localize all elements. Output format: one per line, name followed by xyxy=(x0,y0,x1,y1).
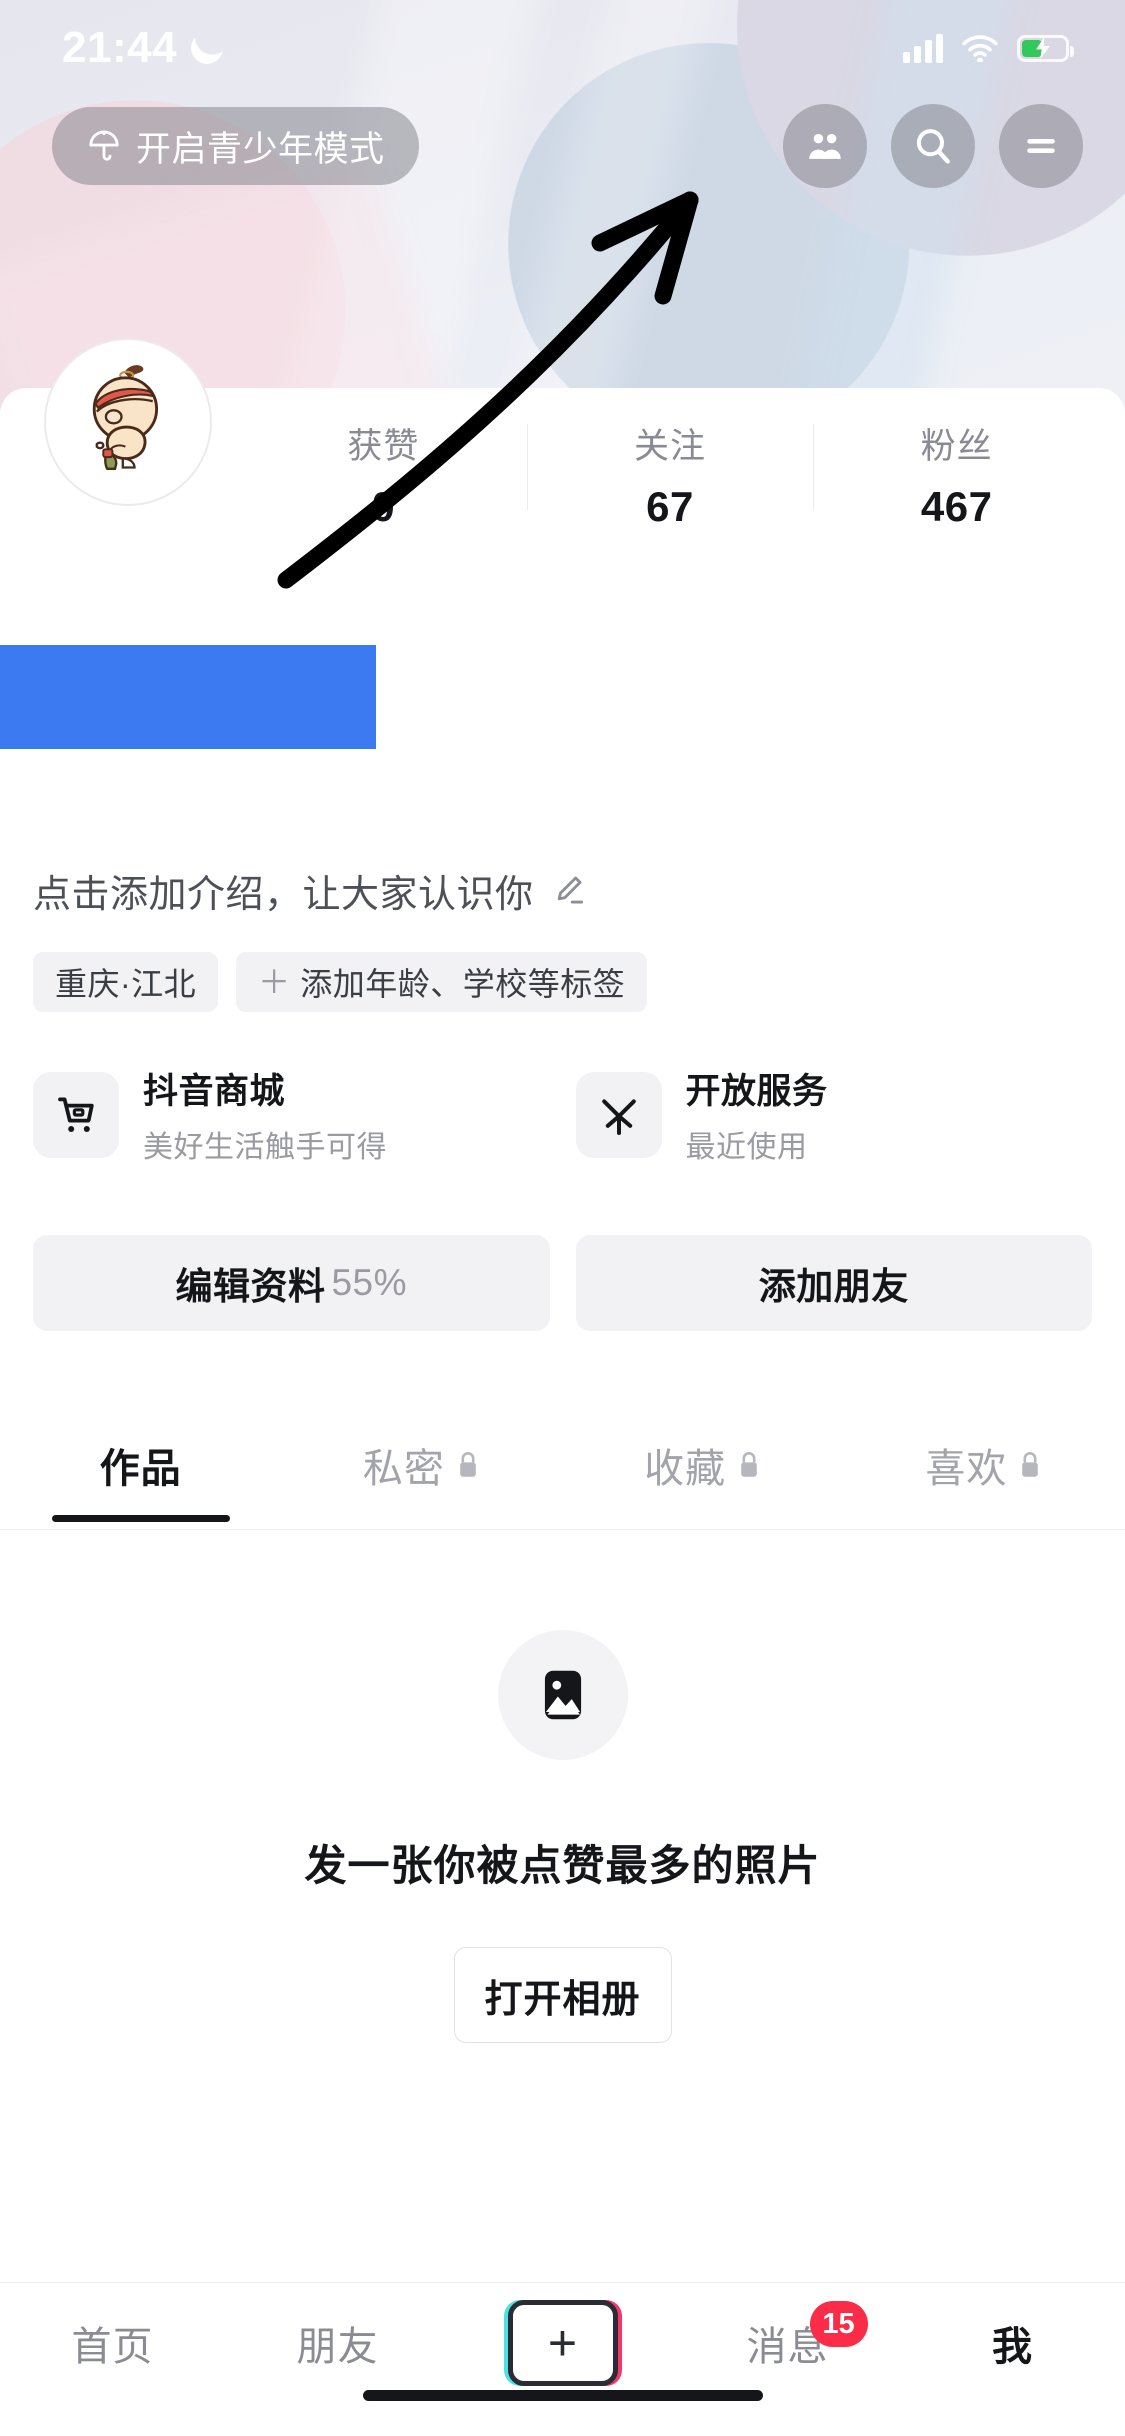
card-douyin-mall[interactable]: 抖音商城 美好生活触手可得 xyxy=(33,1063,550,1166)
stat-value: 467 xyxy=(920,483,993,530)
status-bar: 21:44 xyxy=(0,0,1125,96)
stat-fans[interactable]: 粉丝 467 xyxy=(813,418,1100,531)
redaction-block xyxy=(0,645,376,749)
nav-item-messages[interactable]: 消息 15 xyxy=(675,2283,900,2403)
tab-label: 收藏 xyxy=(644,1447,727,1491)
stat-label: 获赞 xyxy=(347,427,420,466)
stat-label: 粉丝 xyxy=(920,427,993,466)
stat-likes[interactable]: 获赞 0 xyxy=(240,418,527,531)
umbrella-icon xyxy=(89,130,119,161)
nav-label: 首页 xyxy=(71,2325,154,2369)
header-controls: 开启青少年模式 xyxy=(0,96,1125,196)
search-button[interactable] xyxy=(891,104,975,188)
tab-favorites[interactable]: 收藏 xyxy=(563,1400,844,1530)
tag-location[interactable]: 重庆·江北 xyxy=(33,952,219,1012)
battery-charging-icon xyxy=(1017,34,1074,62)
stat-label: 关注 xyxy=(634,427,707,466)
bottom-nav: 首页 朋友 + 消息 15 我 xyxy=(0,2283,1125,2403)
menu-button[interactable] xyxy=(999,104,1083,188)
profile-tags: 重庆·江北 ＋ 添加年龄、学校等标签 xyxy=(33,952,648,1012)
tab-label: 私密 xyxy=(362,1447,445,1491)
tab-private[interactable]: 私密 xyxy=(281,1400,562,1530)
lock-icon xyxy=(1022,1452,1039,1477)
shopping-cart-icon xyxy=(58,1097,94,1132)
bio-placeholder-text: 点击添加介绍，让大家认识你 xyxy=(33,873,534,916)
stat-value: 67 xyxy=(646,483,694,530)
search-icon xyxy=(916,129,950,164)
home-indicator xyxy=(362,2390,763,2401)
edit-profile-label: 编辑资料 xyxy=(175,1266,326,1307)
image-placeholder-icon xyxy=(544,1670,581,1720)
cellular-signal-icon xyxy=(903,33,943,63)
nav-item-home[interactable]: 首页 xyxy=(0,2283,225,2403)
nav-item-friends[interactable]: 朋友 xyxy=(225,2283,450,2403)
add-friend-label: 添加朋友 xyxy=(758,1266,909,1307)
hamburger-menu-icon xyxy=(1027,139,1055,153)
cartoon-avatar xyxy=(92,365,159,470)
edit-profile-button[interactable]: 编辑资料 55% xyxy=(33,1235,550,1331)
tab-active-underline xyxy=(51,1515,230,1522)
stat-value: 0 xyxy=(371,483,396,530)
profile-actions: 编辑资料 55% 添加朋友 xyxy=(33,1235,1092,1331)
empty-state: 发一张你被点赞最多的照片 打开相册 xyxy=(0,1630,1125,2043)
card-open-service[interactable]: 开放服务 最近使用 xyxy=(575,1063,1093,1166)
tag-add-attributes[interactable]: ＋ 添加年龄、学校等标签 xyxy=(236,952,648,1012)
nav-item-me[interactable]: 我 xyxy=(900,2283,1125,2403)
open-service-icon xyxy=(601,1098,636,1135)
tab-works[interactable]: 作品 xyxy=(0,1400,281,1530)
empty-state-title: 发一张你被点赞最多的照片 xyxy=(304,1842,821,1889)
bio-row[interactable]: 点击添加介绍，让大家认识你 xyxy=(33,860,733,920)
image-placeholder-icon-wrap xyxy=(497,1630,628,1760)
tag-label: 添加年龄、学校等标签 xyxy=(300,966,626,1002)
stat-following[interactable]: 关注 67 xyxy=(526,418,814,531)
profile-stats: 获赞 0 关注 67 粉丝 467 xyxy=(240,418,1100,548)
nav-label: 朋友 xyxy=(296,2325,379,2369)
shopping-cart-icon-wrap xyxy=(33,1071,119,1158)
open-service-icon-wrap xyxy=(575,1071,662,1158)
tag-label: 重庆·江北 xyxy=(55,966,197,1002)
friends-button[interactable] xyxy=(783,104,867,188)
tab-label: 作品 xyxy=(99,1447,182,1491)
tabs-divider xyxy=(0,1529,1125,1530)
create-button[interactable]: + xyxy=(503,2300,622,2386)
moon-icon xyxy=(191,32,223,64)
content-tabs: 作品 私密 收藏 喜欢 xyxy=(0,1400,1125,1530)
edit-profile-percent: 55% xyxy=(331,1262,408,1303)
wifi-icon xyxy=(962,35,998,62)
open-album-label: 打开相册 xyxy=(484,1978,641,2021)
card-title: 抖音商城 xyxy=(143,1072,286,1111)
plus-icon: + xyxy=(547,2315,578,2371)
tab-likes[interactable]: 喜欢 xyxy=(844,1400,1125,1530)
friends-icon xyxy=(809,133,841,159)
card-title: 开放服务 xyxy=(685,1072,828,1111)
teen-mode-label: 开启青少年模式 xyxy=(136,129,385,169)
add-friend-button[interactable]: 添加朋友 xyxy=(575,1235,1092,1331)
card-subtitle: 美好生活触手可得 xyxy=(143,1131,387,1164)
tab-label: 喜欢 xyxy=(925,1447,1008,1491)
pencil-edit-icon xyxy=(557,876,583,904)
nav-item-create[interactable]: + xyxy=(450,2283,675,2403)
plus-icon: ＋ xyxy=(258,964,291,1000)
lock-icon xyxy=(460,1452,476,1477)
avatar[interactable] xyxy=(44,338,212,506)
open-album-button[interactable]: 打开相册 xyxy=(453,1947,672,2043)
card-subtitle: 最近使用 xyxy=(685,1131,808,1164)
lock-icon xyxy=(741,1452,757,1477)
teen-mode-button[interactable]: 开启青少年模式 xyxy=(52,107,419,185)
unread-badge: 15 xyxy=(809,2301,868,2347)
service-cards: 抖音商城 美好生活触手可得 开放服务 最近使用 xyxy=(33,1063,1092,1166)
status-bar-time: 21:44 xyxy=(62,23,178,72)
nav-label: 我 xyxy=(992,2325,1033,2369)
badge-count: 15 xyxy=(822,2307,855,2340)
